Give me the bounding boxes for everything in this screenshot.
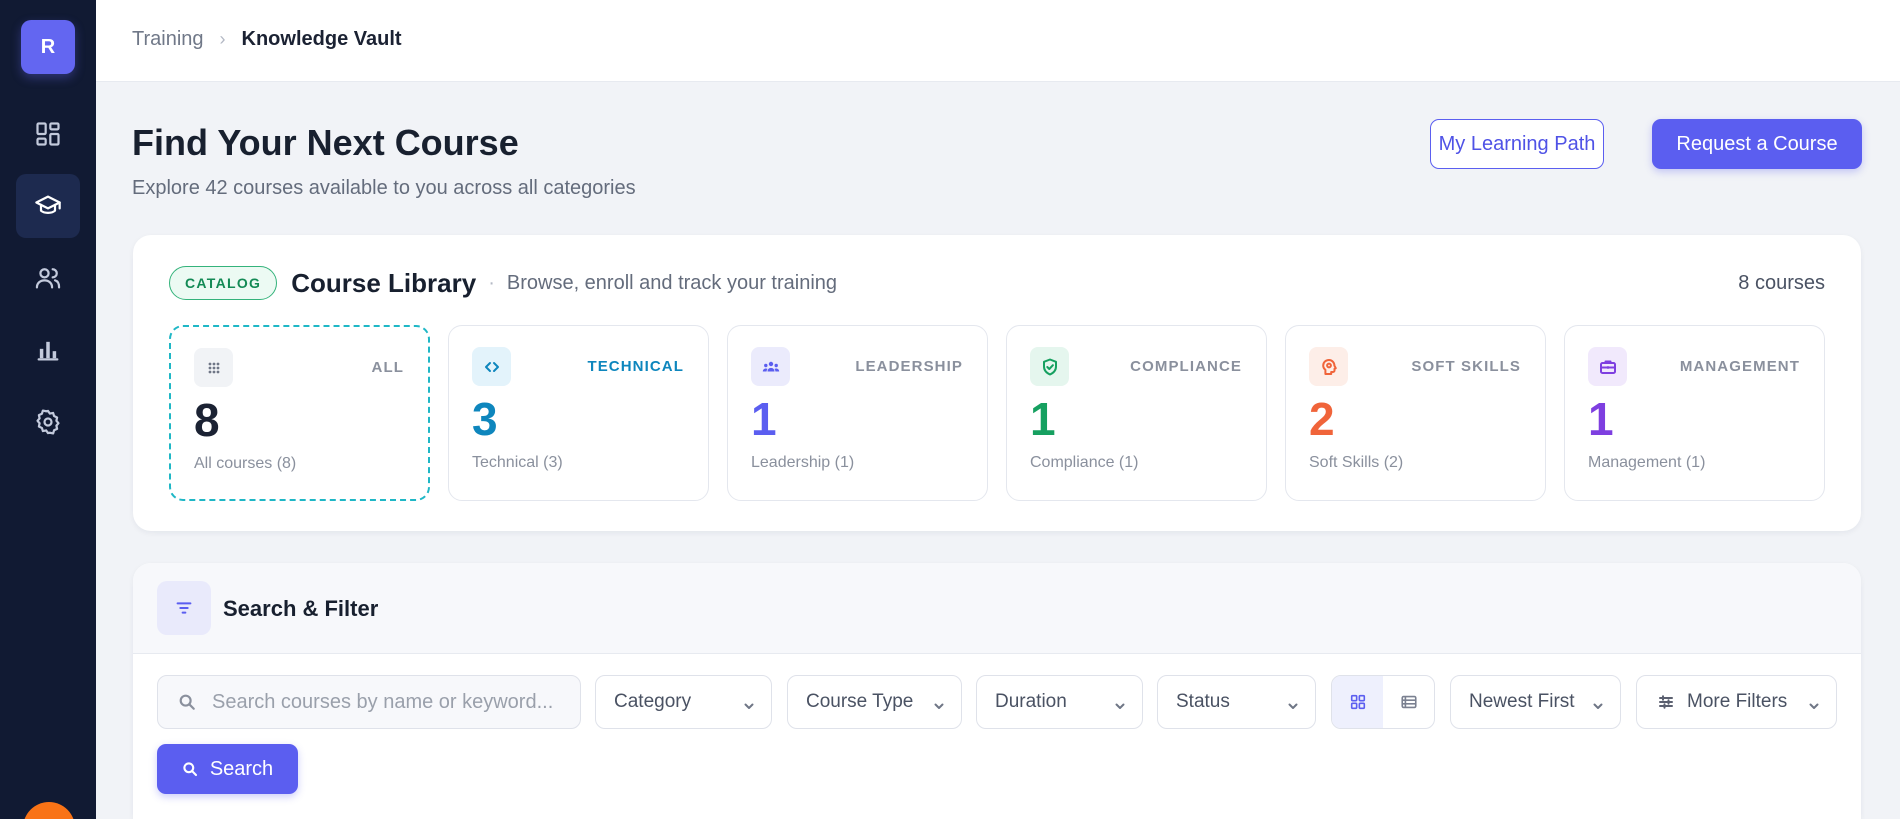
catalog-badge: CATALOG [169, 266, 278, 300]
course-type-select[interactable]: Course Type [787, 675, 962, 729]
category-card-compliance[interactable]: COMPLIANCE 1 Compliance (1) [1006, 325, 1267, 501]
category-subtitle: Management (1) [1588, 454, 1706, 471]
sliders-icon [1657, 693, 1675, 711]
library-description: Browse, enroll and track your training [506, 271, 838, 294]
category-subtitle: Leadership (1) [751, 454, 855, 471]
briefcase-icon [1588, 347, 1627, 386]
library-title: Course Library [291, 267, 477, 298]
search-icon [179, 694, 195, 710]
category-label: LEADERSHIP [855, 358, 963, 375]
graduation-cap-icon [35, 195, 61, 214]
category-subtitle: All courses (8) [194, 455, 297, 472]
category-count: 3 [472, 393, 498, 445]
sidebar-item-reports[interactable] [16, 318, 80, 382]
category-count: 8 [194, 394, 220, 446]
code-icon [472, 347, 511, 386]
chevron-down-icon [743, 696, 755, 709]
filter-header: Search & Filter [133, 563, 1861, 654]
sidebar-item-training[interactable] [16, 174, 80, 238]
category-subtitle: Soft Skills (2) [1309, 454, 1404, 471]
sort-select-label: Newest First [1469, 691, 1575, 712]
category-count: 1 [1030, 393, 1056, 445]
bar-chart-icon [37, 341, 59, 361]
users-icon [35, 268, 61, 289]
sidebar-item-dashboard[interactable] [16, 102, 80, 166]
category-select-label: Category [614, 691, 692, 712]
search-button-label: Search [209, 757, 274, 780]
search-icon [183, 762, 197, 777]
more-filters-label: More Filters [1687, 691, 1788, 712]
dashboard-icon [36, 122, 60, 146]
sidebar-item-settings[interactable] [16, 390, 80, 454]
app-logo[interactable]: R [21, 20, 75, 74]
status-select[interactable]: Status [1157, 675, 1316, 729]
category-card-technical[interactable]: TECHNICAL 3 Technical (3) [448, 325, 709, 501]
category-card-leadership[interactable]: LEADERSHIP 1 Leadership (1) [727, 325, 988, 501]
category-subtitle: Technical (3) [472, 454, 563, 471]
category-subtitle: Compliance (1) [1030, 454, 1139, 471]
my-learning-path-button[interactable]: My Learning Path [1430, 119, 1604, 169]
category-label: TECHNICAL [587, 358, 684, 375]
course-count: 8 courses [1738, 272, 1825, 294]
grid-dots-icon [194, 348, 233, 387]
sidebar-item-people[interactable] [16, 246, 80, 310]
category-count: 1 [751, 393, 777, 445]
category-card-management[interactable]: MANAGEMENT 1 Management (1) [1564, 325, 1825, 501]
chevron-down-icon [1114, 696, 1126, 709]
grid-view-button[interactable] [1332, 676, 1383, 728]
page-subtitle: Explore 42 courses available to you acro… [132, 177, 636, 199]
gear-icon [36, 409, 60, 435]
request-course-button[interactable]: Request a Course [1652, 119, 1862, 169]
breadcrumb: Training › Knowledge Vault [132, 28, 402, 51]
shield-check-icon [1030, 347, 1069, 386]
category-card-all[interactable]: ALL 8 All courses (8) [169, 325, 430, 501]
chevron-down-icon [1592, 696, 1604, 709]
library-separator: · [488, 271, 495, 294]
category-label: COMPLIANCE [1130, 358, 1242, 375]
filter-title: Search & Filter [223, 596, 379, 621]
team-icon [751, 347, 790, 386]
search-filter-card: Search & Filter Category Course Type Dur… [133, 563, 1861, 819]
chevron-down-icon [933, 696, 945, 709]
breadcrumb-parent[interactable]: Training [132, 28, 204, 51]
category-label: ALL [371, 359, 404, 376]
list-view-icon [1400, 695, 1417, 709]
view-toggle [1331, 675, 1435, 729]
search-button[interactable]: Search [157, 744, 298, 794]
breadcrumb-current: Knowledge Vault [241, 28, 402, 50]
filter-icon [157, 581, 211, 635]
sidebar: R [0, 0, 96, 819]
library-header: CATALOG Course Library · Browse, enroll … [169, 266, 837, 300]
category-label: SOFT SKILLS [1411, 358, 1521, 375]
user-avatar[interactable] [23, 802, 75, 819]
grid-view-icon [1350, 694, 1365, 710]
course-type-select-label: Course Type [806, 691, 914, 712]
page-title: Find Your Next Course [132, 122, 519, 163]
category-select[interactable]: Category [595, 675, 772, 729]
search-field[interactable] [157, 675, 581, 729]
category-count: 1 [1588, 393, 1614, 445]
brain-icon [1309, 347, 1348, 386]
category-count: 2 [1309, 393, 1335, 445]
category-card-soft-skills[interactable]: SOFT SKILLS 2 Soft Skills (2) [1285, 325, 1546, 501]
sort-select[interactable]: Newest First [1450, 675, 1621, 729]
chevron-down-icon [1287, 696, 1299, 709]
search-input[interactable] [212, 690, 572, 714]
status-select-label: Status [1176, 691, 1230, 712]
breadcrumb-separator: › [219, 29, 226, 49]
duration-select-label: Duration [995, 691, 1067, 712]
category-cards: ALL 8 All courses (8) TECHNICAL 3 Techni… [169, 325, 1825, 501]
list-view-button[interactable] [1383, 676, 1434, 728]
chevron-down-icon [1808, 696, 1820, 709]
category-label: MANAGEMENT [1679, 358, 1800, 375]
duration-select[interactable]: Duration [976, 675, 1143, 729]
topbar: Training › Knowledge Vault [96, 0, 1900, 82]
course-library-card: CATALOG Course Library · Browse, enroll … [133, 235, 1861, 531]
more-filters-button[interactable]: More Filters [1636, 675, 1837, 729]
